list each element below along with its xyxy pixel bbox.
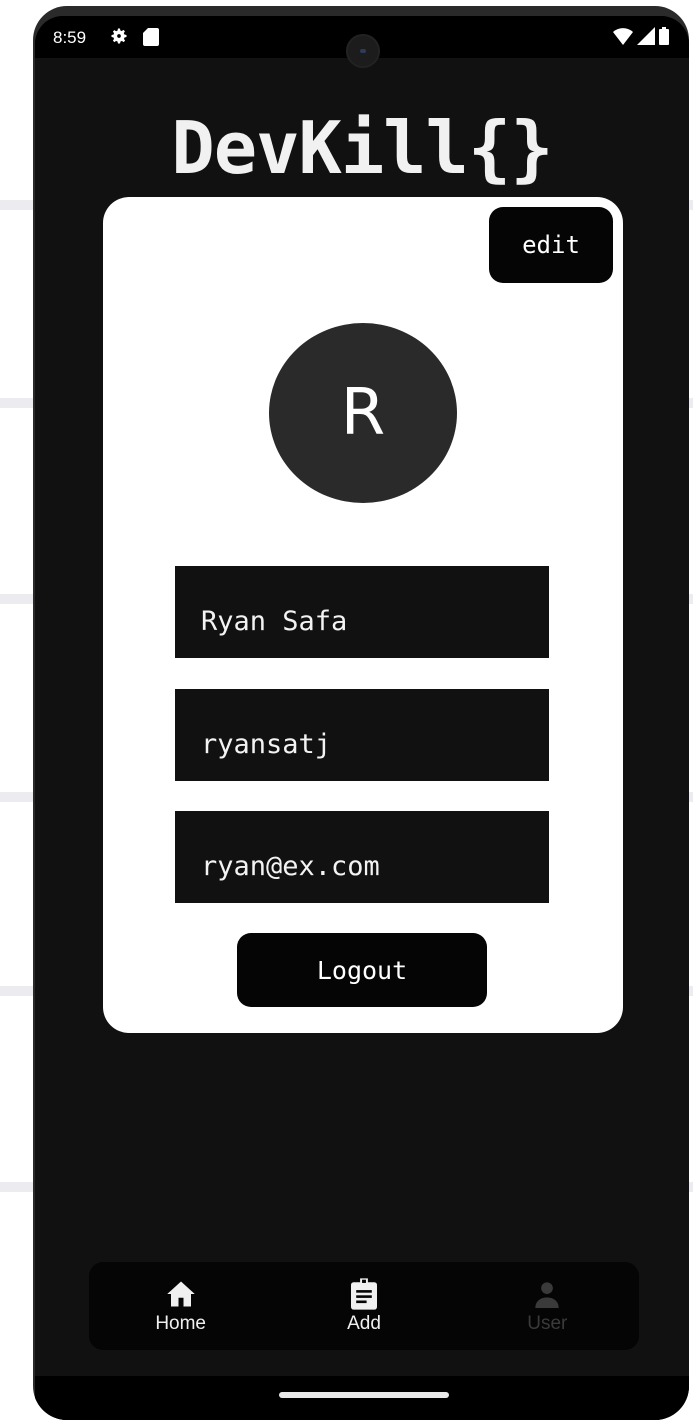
profile-card: edit R Ryan Safa ryansatj ryan@ex.com Lo… bbox=[103, 197, 623, 1033]
user-icon bbox=[533, 1277, 561, 1311]
phone-screen: 8:59 DevKill{} edit R Ryan Safa ryansatj… bbox=[35, 16, 689, 1420]
status-time: 8:59 bbox=[53, 28, 87, 47]
battery-icon bbox=[659, 27, 669, 49]
edit-button[interactable]: edit bbox=[489, 207, 613, 283]
phone-frame: 8:59 DevKill{} edit R Ryan Safa ryansatj… bbox=[33, 6, 689, 1420]
front-camera bbox=[346, 34, 380, 68]
nav-item-user[interactable]: User bbox=[477, 1277, 617, 1335]
home-indicator[interactable] bbox=[279, 1392, 449, 1398]
gesture-bar bbox=[35, 1376, 689, 1420]
bottom-nav: Home Add User bbox=[89, 1262, 639, 1350]
nav-item-label: User bbox=[527, 1313, 568, 1334]
app-title: DevKill{} bbox=[171, 106, 553, 190]
nav-item-home[interactable]: Home bbox=[111, 1277, 251, 1335]
status-icons-right bbox=[613, 27, 669, 49]
nav-item-add[interactable]: Add bbox=[294, 1277, 434, 1335]
logout-button[interactable]: Logout bbox=[237, 933, 487, 1007]
wifi-icon bbox=[613, 27, 633, 49]
sd-card-icon bbox=[143, 28, 159, 50]
name-field[interactable]: Ryan Safa bbox=[175, 566, 549, 658]
clipboard-icon bbox=[350, 1277, 377, 1311]
username-field[interactable]: ryansatj bbox=[175, 689, 549, 781]
nav-item-label: Home bbox=[155, 1313, 206, 1334]
email-field[interactable]: ryan@ex.com bbox=[175, 811, 549, 903]
home-icon bbox=[166, 1277, 196, 1311]
signal-icon bbox=[637, 27, 655, 49]
gear-icon bbox=[109, 26, 129, 50]
nav-item-label: Add bbox=[347, 1313, 381, 1334]
avatar: R bbox=[269, 323, 457, 503]
